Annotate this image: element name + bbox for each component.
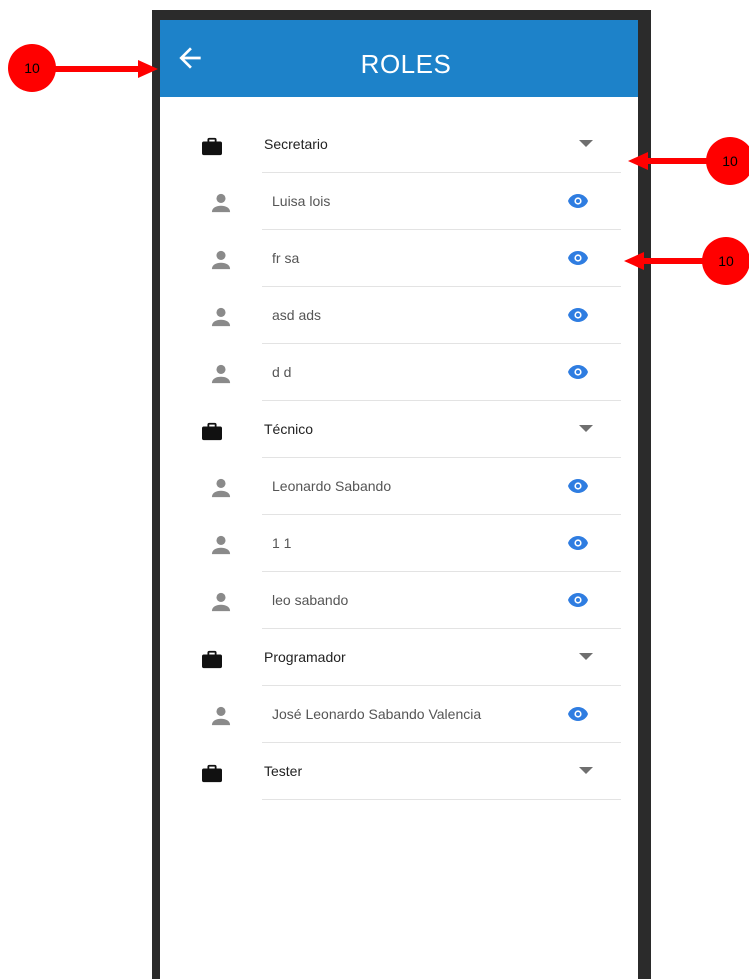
role-row[interactable]: Técnico [160,401,638,458]
eye-icon[interactable] [567,250,589,266]
arrow-right-icon [44,60,158,78]
user-row[interactable]: leo sabando [160,572,638,629]
briefcase-icon [202,650,222,669]
chevron-down-icon[interactable] [579,423,593,433]
user-row[interactable]: asd ads [160,287,638,344]
role-row[interactable]: Tester [160,743,638,800]
briefcase-icon [202,422,222,441]
app-bar: ROLES [160,20,638,97]
briefcase-icon [202,137,222,156]
user-name: asd ads [272,307,322,323]
app-screen: ROLES Secretario Luisa lois fr sa asd ads d … [160,20,638,979]
user-name: Luisa lois [272,193,331,209]
role-name: Tester [264,763,303,779]
user-row[interactable]: José Leonardo Sabando Valencia [160,686,638,743]
chevron-down-icon[interactable] [579,138,593,148]
person-icon [211,250,231,270]
user-name: d d [272,364,292,380]
eye-icon[interactable] [567,592,589,608]
person-icon [211,592,231,612]
user-row[interactable]: Leonardo Sabando [160,458,638,515]
page-title: ROLES [360,49,452,79]
eye-icon[interactable] [567,307,589,323]
eye-icon[interactable] [567,364,589,380]
arrow-left-icon [628,152,718,170]
chevron-down-icon[interactable] [579,651,593,661]
person-icon [211,193,231,213]
user-row[interactable]: 1 1 [160,515,638,572]
chevron-down-icon[interactable] [579,765,593,775]
user-row[interactable]: Luisa lois [160,173,638,230]
role-row[interactable]: Programador [160,629,638,686]
person-icon [211,535,231,555]
user-row[interactable]: fr sa [160,230,638,287]
divider [262,799,621,800]
role-name: Técnico [264,421,314,437]
user-row[interactable]: d d [160,344,638,401]
person-icon [211,706,231,726]
role-name: Secretario [264,136,328,152]
roles-list: Secretario Luisa lois fr sa asd ads d d Técni… [160,116,638,800]
user-name: leo sabando [272,592,349,608]
user-name: José Leonardo Sabando Valencia [272,706,482,722]
user-name: Leonardo Sabando [272,478,392,494]
person-icon [211,307,231,327]
eye-icon[interactable] [567,706,589,722]
briefcase-icon [202,764,222,783]
eye-icon[interactable] [567,478,589,494]
arrow-left-icon [624,252,714,270]
person-icon [211,478,231,498]
annotation-badge: 10 [702,237,749,285]
person-icon [211,364,231,384]
user-name: fr sa [272,250,300,266]
eye-icon[interactable] [567,193,589,209]
eye-icon[interactable] [567,535,589,551]
user-name: 1 1 [272,535,292,551]
role-name: Programador [264,649,346,665]
annotation-badge: 10 [706,137,749,185]
role-row[interactable]: Secretario [160,116,638,173]
